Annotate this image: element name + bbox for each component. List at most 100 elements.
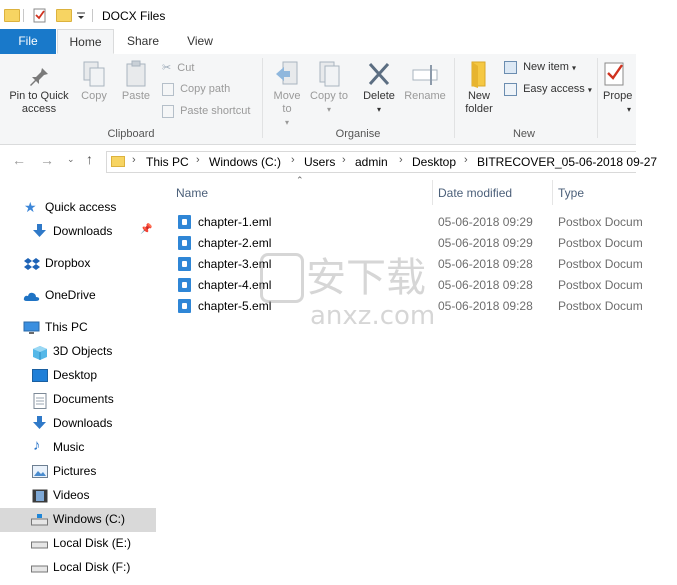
tab-share[interactable]: Share xyxy=(115,29,171,54)
nav-item-this-pc[interactable]: This PC xyxy=(0,316,156,340)
folder-icon[interactable] xyxy=(4,9,20,22)
title-bar: DOCX Files xyxy=(0,0,636,32)
breadcrumb-desktop[interactable]: Desktop xyxy=(412,155,456,169)
paste-button[interactable]: Paste xyxy=(118,60,154,103)
move-to-icon xyxy=(268,60,306,90)
eml-file-icon xyxy=(178,299,191,313)
nav-item-3d-objects[interactable]: 3D Objects xyxy=(0,340,156,364)
cube-icon xyxy=(32,345,47,360)
breadcrumb-windows-c[interactable]: Windows (C:) xyxy=(209,155,281,169)
up-arrow-icon[interactable]: ↑ xyxy=(86,151,93,167)
properties-label: Prope xyxy=(603,90,633,102)
pin-to-quick-access-button[interactable]: Pin to Quick access xyxy=(4,64,74,116)
monitor-icon xyxy=(23,321,40,335)
cut-button[interactable]: ✂ Cut xyxy=(162,61,194,74)
copy-button[interactable]: Copy xyxy=(76,60,112,103)
watermark: 安下载 anxz.com xyxy=(260,245,460,335)
watermark-en-text: anxz.com xyxy=(310,301,436,331)
rename-icon xyxy=(402,60,448,90)
nav-label: Videos xyxy=(53,488,90,502)
address-toolbar: ← → ⌄ ↑ › This PC › Windows (C:) › Users… xyxy=(0,145,657,179)
properties-button[interactable]: Prope ▾ xyxy=(603,60,636,116)
nav-item-documents[interactable]: Documents xyxy=(0,388,156,412)
scissors-icon: ✂ xyxy=(162,62,172,74)
breadcrumb-users[interactable]: Users xyxy=(304,155,335,169)
eml-file-icon xyxy=(178,278,191,292)
nav-item-dropbox[interactable]: Dropbox xyxy=(0,252,156,276)
desktop-icon xyxy=(32,369,48,383)
nav-label: Local Disk (F:) xyxy=(53,560,131,574)
pin-icon[interactable]: 📌 xyxy=(140,224,155,238)
picture-icon xyxy=(32,465,48,479)
nav-label: Documents xyxy=(53,392,114,406)
chevron-down-icon: ▾ xyxy=(627,105,632,114)
nav-label: Desktop xyxy=(53,368,98,382)
new-folder-quick-icon[interactable] xyxy=(56,9,72,22)
breadcrumb-this-pc[interactable]: This PC xyxy=(146,155,189,169)
file-date: 05-06-2018 09:29 xyxy=(438,215,533,229)
column-header-type[interactable]: Type xyxy=(558,186,584,200)
download-icon xyxy=(32,223,47,237)
copy-icon xyxy=(76,60,112,90)
divider xyxy=(92,9,93,22)
column-divider[interactable] xyxy=(432,180,433,205)
new-item-button[interactable]: New item ▾ xyxy=(504,61,576,74)
ribbon: Pin to Quick access Copy Paste ✂ Cut Cop… xyxy=(0,54,636,145)
delete-button[interactable]: Delete ▾ xyxy=(358,60,400,116)
nav-label: Windows (C:) xyxy=(53,512,126,526)
chevron-down-icon: ▾ xyxy=(376,105,381,114)
nav-item-videos[interactable]: Videos xyxy=(0,484,156,508)
organise-group-label: Organise xyxy=(335,128,381,140)
ribbon-tabs: File Home Share View xyxy=(0,29,636,55)
shield-logo-icon xyxy=(260,253,304,303)
new-folder-label: New folder xyxy=(465,90,493,115)
nav-item-music[interactable]: ♪ Music xyxy=(0,436,156,460)
new-folder-button[interactable]: New folder xyxy=(458,60,500,116)
file-type: Postbox Docum xyxy=(558,257,643,271)
tab-view[interactable]: View xyxy=(172,29,228,54)
divider xyxy=(23,9,24,22)
move-to-button[interactable]: Move to ▾ xyxy=(268,60,306,129)
group-divider xyxy=(454,58,455,138)
nav-item-local-disk-f[interactable]: Local Disk (F:) xyxy=(0,556,156,580)
nav-item-downloads[interactable]: Downloads xyxy=(0,412,156,436)
nav-item-pictures[interactable]: Pictures xyxy=(0,460,156,484)
column-divider[interactable] xyxy=(552,180,553,205)
copy-path-icon xyxy=(162,83,174,96)
nav-item-windows-c[interactable]: Windows (C:) xyxy=(0,508,156,532)
rename-button[interactable]: Rename xyxy=(402,60,448,103)
copy-label: Copy xyxy=(81,90,107,102)
forward-arrow-icon[interactable]: → xyxy=(40,152,54,168)
table-row[interactable]: chapter-1.eml 05-06-2018 09:29 Postbox D… xyxy=(176,212,643,232)
clipboard-group-label: Clipboard xyxy=(107,128,155,140)
tab-home[interactable]: Home xyxy=(57,29,114,54)
delete-x-icon xyxy=(358,60,400,90)
video-icon xyxy=(32,489,48,503)
recent-locations-chevron-icon[interactable]: ⌄ xyxy=(67,154,75,165)
breadcrumb-admin[interactable]: admin xyxy=(355,155,388,169)
window-title: DOCX Files xyxy=(102,9,166,23)
paste-shortcut-button[interactable]: Paste shortcut xyxy=(162,105,250,118)
address-bar[interactable]: › This PC › Windows (C:) › Users › admin… xyxy=(106,151,657,173)
breadcrumb-current-folder[interactable]: BITRECOVER_05-06-2018 09-27 xyxy=(477,155,657,169)
nav-item-desktop[interactable]: Desktop xyxy=(0,364,156,388)
back-arrow-icon[interactable]: ← xyxy=(12,152,26,168)
eml-file-icon xyxy=(178,257,191,271)
properties-check-icon[interactable] xyxy=(33,8,47,23)
chevron-down-icon: ▾ xyxy=(326,105,331,114)
tab-file[interactable]: File xyxy=(0,29,56,54)
copy-to-button[interactable]: Copy to ▾ xyxy=(310,60,348,116)
nav-item-downloads-pinned[interactable]: Downloads 📌 xyxy=(0,220,156,244)
column-header-name[interactable]: Name xyxy=(176,186,208,200)
dropbox-icon xyxy=(24,257,40,271)
nav-item-quick-access[interactable]: ★ Quick access xyxy=(0,196,156,220)
copy-path-button[interactable]: Copy path xyxy=(162,83,230,96)
easy-access-button[interactable]: Easy access ▾ xyxy=(504,83,592,96)
cut-label: Cut xyxy=(177,62,195,74)
customize-quick-access-icon[interactable] xyxy=(76,10,90,22)
nav-item-onedrive[interactable]: OneDrive xyxy=(0,284,156,308)
nav-item-local-disk-e[interactable]: Local Disk (E:) xyxy=(0,532,156,556)
nav-label: This PC xyxy=(45,320,88,334)
star-icon: ★ xyxy=(24,199,37,215)
column-header-date-modified[interactable]: Date modified xyxy=(438,186,512,200)
